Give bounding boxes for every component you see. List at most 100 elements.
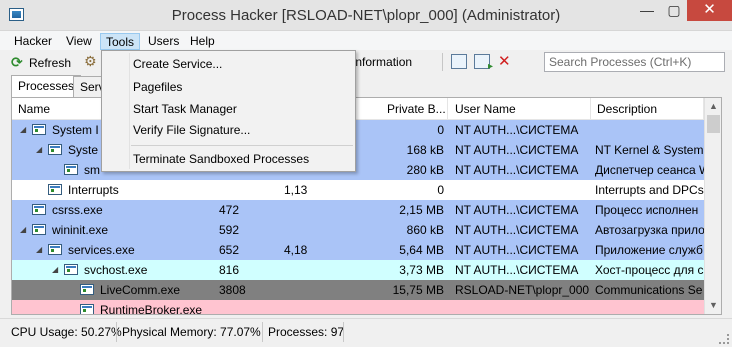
process-pid — [215, 300, 280, 314]
scrollbar-thumb[interactable] — [707, 115, 720, 133]
process-row[interactable]: RuntimeBroker.exe — [12, 300, 704, 315]
column-description[interactable]: Description — [591, 98, 704, 120]
process-user-name: RSLOAD-NET\plopr_000 — [455, 283, 590, 297]
process-icon — [48, 184, 62, 195]
process-private-bytes: 3,73 MB — [399, 263, 444, 277]
process-description: Автозагрузка прило — [595, 223, 704, 237]
status-bar: CPU Usage: 50.27% Physical Memory: 77.07… — [0, 318, 732, 347]
minimize-button[interactable]: — — [633, 0, 661, 21]
close-button[interactable]: ✕ — [687, 0, 732, 21]
process-name: System I — [52, 123, 99, 137]
process-row[interactable]: Interrupts 1,13 0 Interrupts and DPCs — [12, 180, 704, 200]
process-cpu — [280, 200, 335, 220]
tree-expander-icon[interactable]: ◢ — [52, 260, 58, 280]
process-cpu — [280, 260, 335, 280]
tree-expander-icon[interactable]: ◢ — [20, 120, 26, 140]
process-user-name — [448, 180, 591, 200]
status-divider — [116, 322, 117, 342]
process-name: Interrupts — [68, 183, 119, 197]
process-name-cell: LiveComm.exe — [12, 280, 215, 300]
menu-item-terminate-sandboxed[interactable]: Terminate Sandboxed Processes — [133, 149, 309, 169]
process-description: Communications Se — [595, 283, 703, 297]
column-user-name[interactable]: User Name — [448, 98, 591, 120]
process-user-name: NT AUTH...\СИСТЕМА — [455, 263, 579, 277]
process-pid: 652 — [219, 243, 240, 257]
menu-tools[interactable]: Tools — [100, 33, 141, 50]
resize-grip[interactable] — [719, 334, 729, 344]
tree-expander-icon[interactable]: ◢ — [36, 140, 42, 160]
cpu-usage: CPU Usage: 50.27% — [11, 325, 122, 339]
tab-services[interactable]: Serv — [73, 76, 103, 97]
process-icon — [64, 164, 78, 175]
process-name: LiveComm.exe — [100, 283, 181, 297]
menu-item-pagefiles[interactable]: Pagefiles — [133, 77, 182, 97]
refresh-label: Refresh — [29, 56, 72, 70]
process-description: NT Kernel & System — [595, 143, 704, 157]
tree-expander-icon[interactable]: ◢ — [20, 220, 26, 240]
process-private-bytes: 0 — [437, 183, 444, 197]
process-cpu — [280, 280, 335, 300]
refresh-button[interactable]: ⟳ Refresh — [11, 53, 71, 71]
menu-separator — [131, 145, 353, 146]
tree-expander-icon[interactable]: ◢ — [36, 240, 42, 260]
process-name: csrss.exe — [52, 203, 103, 217]
menu-hacker[interactable]: Hacker — [9, 33, 57, 50]
process-icon — [80, 284, 94, 295]
process-user-name: NT AUTH...\СИСТЕМА — [455, 203, 579, 217]
process-icon — [32, 124, 46, 135]
maximize-button[interactable]: ▢ — [661, 0, 687, 21]
process-row[interactable]: ◢ services.exe 652 4,18 5,64 MB NT AUTH...\СИ… — [12, 240, 704, 260]
scroll-up-icon[interactable]: ▲ — [705, 98, 721, 115]
process-name: services.exe — [68, 243, 135, 257]
process-icon — [64, 264, 78, 275]
close-icon[interactable]: ✕ — [498, 54, 514, 69]
process-cpu: 1,13 — [284, 183, 308, 197]
process-name: RuntimeBroker.exe — [100, 303, 203, 315]
process-pid: 592 — [219, 223, 240, 237]
menu-view[interactable]: View — [61, 33, 97, 50]
process-user-name: NT AUTH...\СИСТЕМА — [455, 223, 579, 237]
tab-processes[interactable]: Processes — [11, 75, 82, 97]
process-pid — [215, 180, 280, 200]
window-title: Process Hacker [RSLOAD-NET\plopr_000] (A… — [171, 7, 561, 24]
status-divider — [343, 322, 344, 342]
process-name: wininit.exe — [52, 223, 109, 237]
process-description: Диспетчер сеанса W — [595, 163, 704, 177]
menu-item-create-service[interactable]: Create Service... — [133, 54, 222, 74]
search-input[interactable]: Search Processes (Ctrl+K) — [544, 52, 725, 72]
process-cpu — [280, 220, 335, 240]
process-cpu: 4,18 — [284, 243, 308, 257]
tools-menu: Create Service... Pagefiles Start Task M… — [101, 50, 356, 172]
process-private-bytes: 15,75 MB — [392, 283, 444, 297]
process-name-cell: ◢ svchost.exe — [12, 260, 215, 280]
menu-help[interactable]: Help — [185, 33, 220, 50]
process-name-cell: RuntimeBroker.exe — [12, 300, 215, 315]
menu-users[interactable]: Users — [143, 33, 184, 50]
process-row[interactable]: LiveComm.exe 3808 15,75 MB RSLOAD-NET\plopr… — [12, 280, 704, 300]
process-icon — [32, 224, 46, 235]
find-window-thread-icon[interactable] — [474, 54, 493, 72]
process-row[interactable]: ◢ svchost.exe 816 3,73 MB NT AUTH...\СИСТЕМА… — [12, 260, 704, 280]
process-private-bytes: 5,64 MB — [399, 243, 444, 257]
process-user-name: NT AUTH...\СИСТЕМА — [455, 143, 579, 157]
find-window-icon[interactable] — [451, 54, 467, 69]
scroll-down-icon[interactable]: ▼ — [705, 297, 721, 314]
process-name: Syste — [68, 143, 99, 157]
menu-item-verify-file-signature[interactable]: Verify File Signature... — [133, 120, 250, 140]
gear-icon[interactable]: ⚙ — [84, 53, 97, 70]
process-user-name — [448, 300, 591, 314]
vertical-scrollbar[interactable]: ▲ ▼ — [704, 98, 721, 314]
physical-memory: Physical Memory: 77.07% — [122, 325, 261, 339]
menu-item-start-task-manager[interactable]: Start Task Manager — [133, 99, 237, 119]
process-description: Хост-процесс для с — [595, 263, 704, 277]
process-row[interactable]: ◢ wininit.exe 592 860 kB NT AUTH...\СИСТЕМА А… — [12, 220, 704, 240]
process-description — [591, 120, 704, 140]
process-description — [591, 300, 704, 314]
toolbar-separator — [442, 53, 443, 71]
process-hacker-window: Process Hacker [RSLOAD-NET\plopr_000] (A… — [0, 0, 732, 347]
process-private-bytes — [335, 300, 448, 314]
process-count: Processes: 97 — [268, 325, 345, 339]
process-icon — [32, 204, 46, 215]
process-row[interactable]: csrss.exe 472 2,15 MB NT AUTH...\СИСТЕМА Про… — [12, 200, 704, 220]
process-description: Interrupts and DPCs — [595, 183, 704, 197]
